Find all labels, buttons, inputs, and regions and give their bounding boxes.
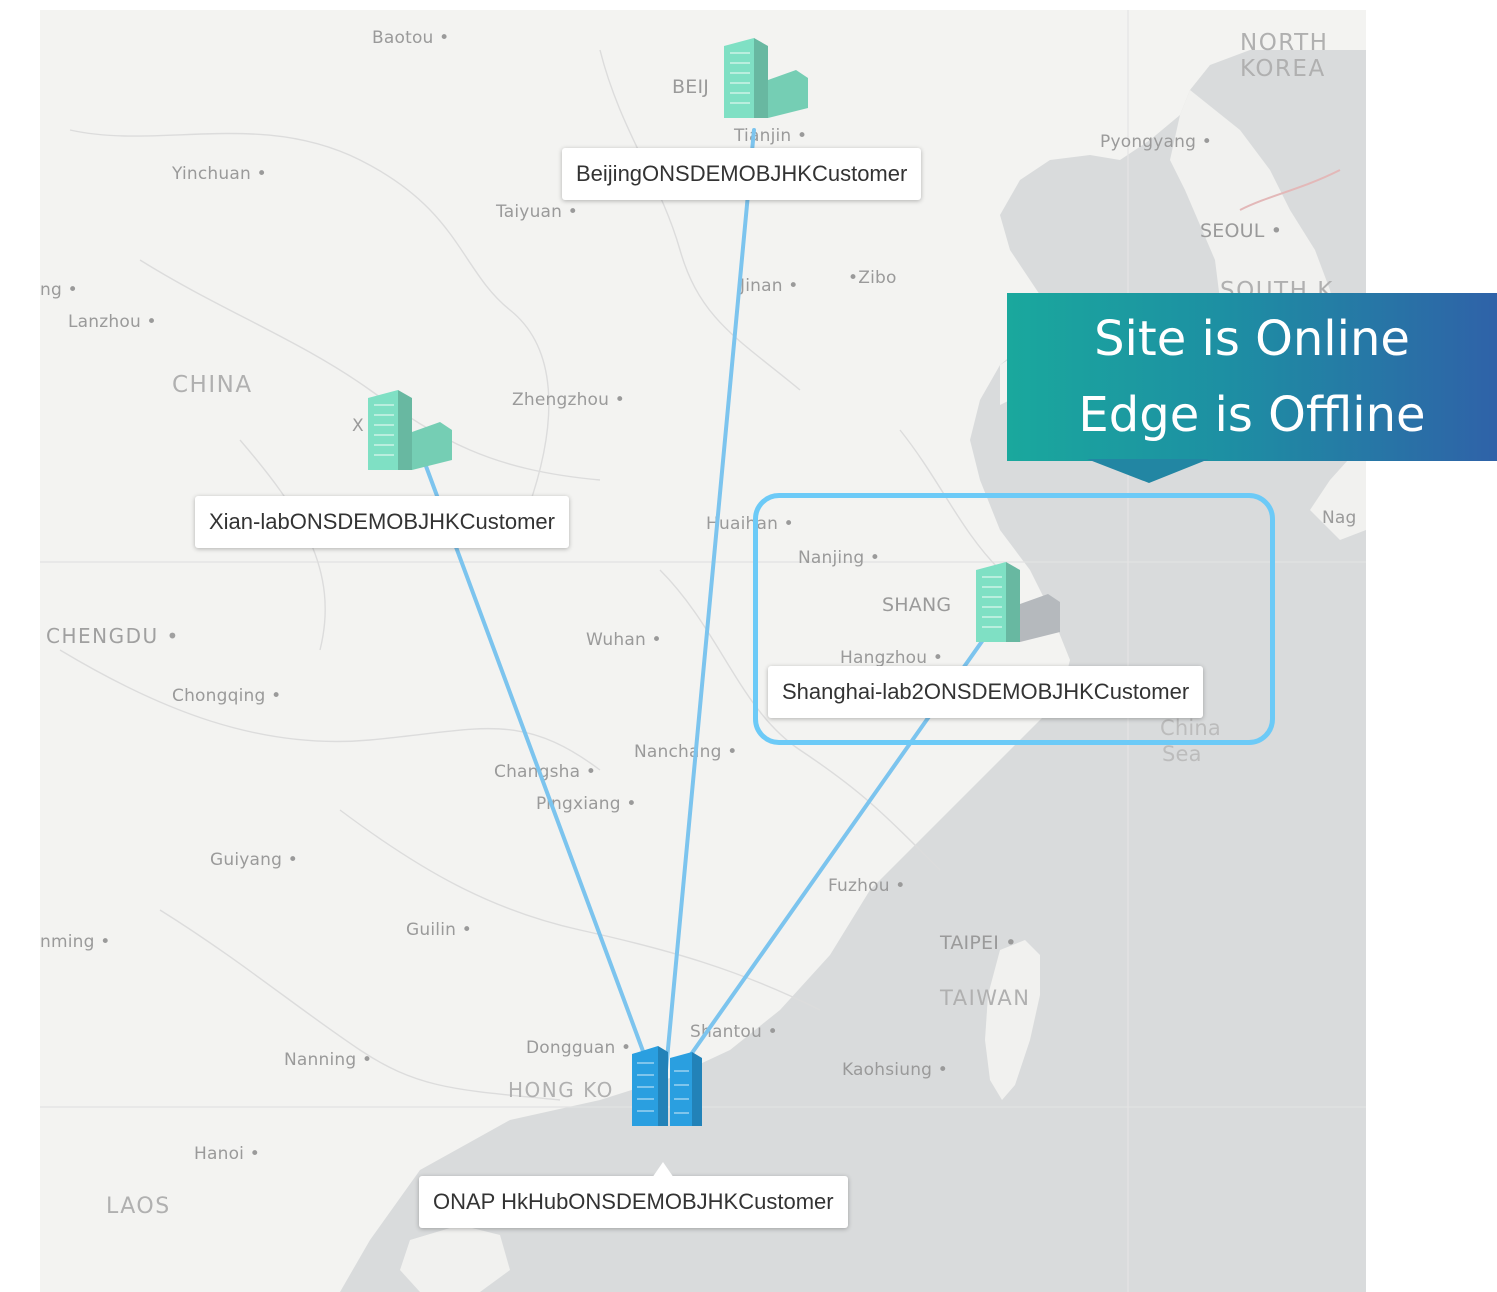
- callout-pointer-icon: [1087, 459, 1209, 483]
- shanghai-site-highlight: [753, 493, 1275, 745]
- site-label-beijing[interactable]: BeijingONSDEMOBJHKCustomer: [562, 148, 922, 200]
- callout-edge-status: Edge is Offline: [1078, 387, 1426, 443]
- building-icon-xian[interactable]: [362, 388, 452, 470]
- site-label-xian[interactable]: Xian-labONSDEMOBJHKCustomer: [195, 496, 569, 548]
- site-label-hkhub[interactable]: ONAP HkHubONSDEMOBJHKCustomer: [419, 1176, 848, 1228]
- building-icon-hkhub[interactable]: [628, 1044, 718, 1126]
- link-beijing-hkhub: [664, 128, 756, 1072]
- hkhub-label-pointer: [652, 1162, 674, 1178]
- callout-site-status: Site is Online: [1094, 311, 1410, 367]
- building-icon-beijing[interactable]: [718, 36, 808, 118]
- status-callout: Site is Online Edge is Offline: [1007, 293, 1497, 461]
